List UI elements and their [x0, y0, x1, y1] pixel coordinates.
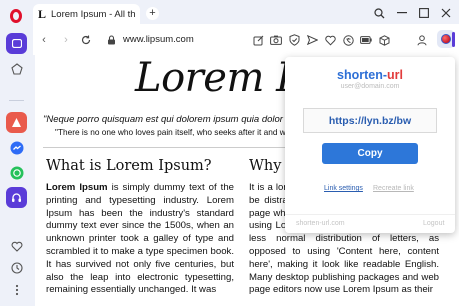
search-icon — [373, 7, 384, 18]
cube-icon — [379, 34, 389, 46]
close-window-button[interactable] — [438, 5, 454, 21]
flow-button[interactable] — [322, 32, 338, 48]
send-button[interactable] — [304, 32, 320, 48]
maximize-button[interactable] — [416, 5, 432, 21]
link-settings-link[interactable]: Link settings — [324, 185, 363, 192]
minimize-icon — [397, 12, 407, 14]
user-email: user@domain.com — [340, 83, 400, 90]
battery-saver-button[interactable] — [358, 32, 374, 48]
popup-footer-divider — [285, 214, 455, 215]
battery-icon — [360, 36, 372, 44]
forward-button[interactable]: › — [58, 32, 74, 48]
sidebar-favorites-button[interactable] — [6, 236, 27, 257]
site-security-button[interactable] — [103, 32, 119, 48]
close-icon — [441, 8, 451, 18]
clock-icon — [10, 261, 23, 274]
translate-icon — [342, 34, 354, 46]
popup-brand: shorten-url — [285, 68, 455, 82]
snapshot-button[interactable] — [268, 32, 284, 48]
messenger-icon — [10, 141, 23, 154]
workspace-add-button[interactable] — [6, 58, 27, 79]
copy-button[interactable]: Copy — [322, 143, 418, 164]
short-url-field[interactable]: https://lyn.bz/bw — [303, 108, 437, 133]
chevron-right-icon: › — [64, 34, 68, 46]
footer-brand-link[interactable]: shorten-url.com — [296, 220, 345, 227]
heart-icon — [11, 241, 22, 252]
body-text: is simply dummy text of the printing and… — [46, 182, 235, 296]
user-icon — [417, 34, 427, 45]
back-button[interactable]: ‹ — [36, 32, 52, 48]
brand-part-2: url — [387, 68, 403, 82]
headphones-icon — [12, 193, 21, 202]
recreate-link[interactable]: Recreate link — [373, 185, 414, 192]
browser-window: L Lorem Ipsum - All the facts + ‹ › www.… — [0, 0, 459, 306]
sidebar-aria-button[interactable] — [6, 112, 27, 133]
chevron-left-icon: ‹ — [42, 34, 46, 46]
plus-icon: + — [149, 7, 156, 19]
more-vertical-icon — [15, 284, 18, 295]
tab-favicon: L — [38, 6, 47, 21]
translate-button[interactable] — [340, 32, 356, 48]
sidebar-messenger-button[interactable] — [6, 137, 27, 158]
lorem-ipsum-bold: Lorem Ipsum — [46, 182, 108, 193]
edit-button[interactable] — [250, 32, 266, 48]
url-text[interactable]: www.lipsum.com — [123, 34, 194, 45]
pentagon-icon — [10, 62, 23, 75]
section-heading-what: What is Lorem Ipsum? — [46, 158, 212, 174]
send-icon — [306, 35, 318, 45]
new-tab-button[interactable]: + — [146, 7, 159, 20]
search-tabs-button[interactable] — [371, 5, 387, 21]
section-body-what: Lorem Ipsum is simply dummy text of the … — [46, 182, 234, 297]
lock-icon — [107, 35, 115, 45]
minimize-button[interactable] — [394, 5, 410, 21]
edit-icon — [253, 35, 263, 45]
shorten-url-icon — [441, 34, 451, 44]
workspace-icon — [11, 39, 22, 48]
whatsapp-icon — [10, 166, 23, 179]
profile-button[interactable] — [414, 32, 430, 48]
shield-icon — [289, 34, 299, 46]
camera-icon — [270, 35, 282, 45]
aria-icon — [12, 118, 21, 127]
sidebar — [0, 0, 33, 306]
extensions-button[interactable] — [376, 32, 392, 48]
sidebar-divider — [9, 100, 24, 101]
maximize-icon — [419, 8, 429, 18]
reload-icon — [81, 35, 91, 45]
address-toolbar: ‹ › www.lipsum.com — [33, 24, 459, 55]
sidebar-music-button[interactable] — [6, 187, 27, 208]
reload-button[interactable] — [78, 32, 94, 48]
adblock-button[interactable] — [286, 32, 302, 48]
sidebar-more-button[interactable] — [6, 279, 27, 300]
brand-part-1: shorten- — [337, 68, 387, 82]
sidebar-history-button[interactable] — [6, 257, 27, 278]
tab-lorem-ipsum[interactable]: L Lorem Ipsum - All the facts — [33, 4, 140, 24]
tab-title: Lorem Ipsum - All the facts — [51, 8, 136, 20]
workspace-1-button[interactable] — [6, 33, 27, 54]
heart-outline-icon — [324, 35, 336, 46]
shorten-url-popup: shorten-url user@domain.com https://lyn.… — [285, 57, 455, 233]
opera-logo-icon[interactable] — [10, 9, 22, 23]
sidebar-whatsapp-button[interactable] — [6, 162, 27, 183]
logout-link[interactable]: Logout — [423, 220, 444, 227]
workspace-accent-bar — [452, 32, 455, 47]
